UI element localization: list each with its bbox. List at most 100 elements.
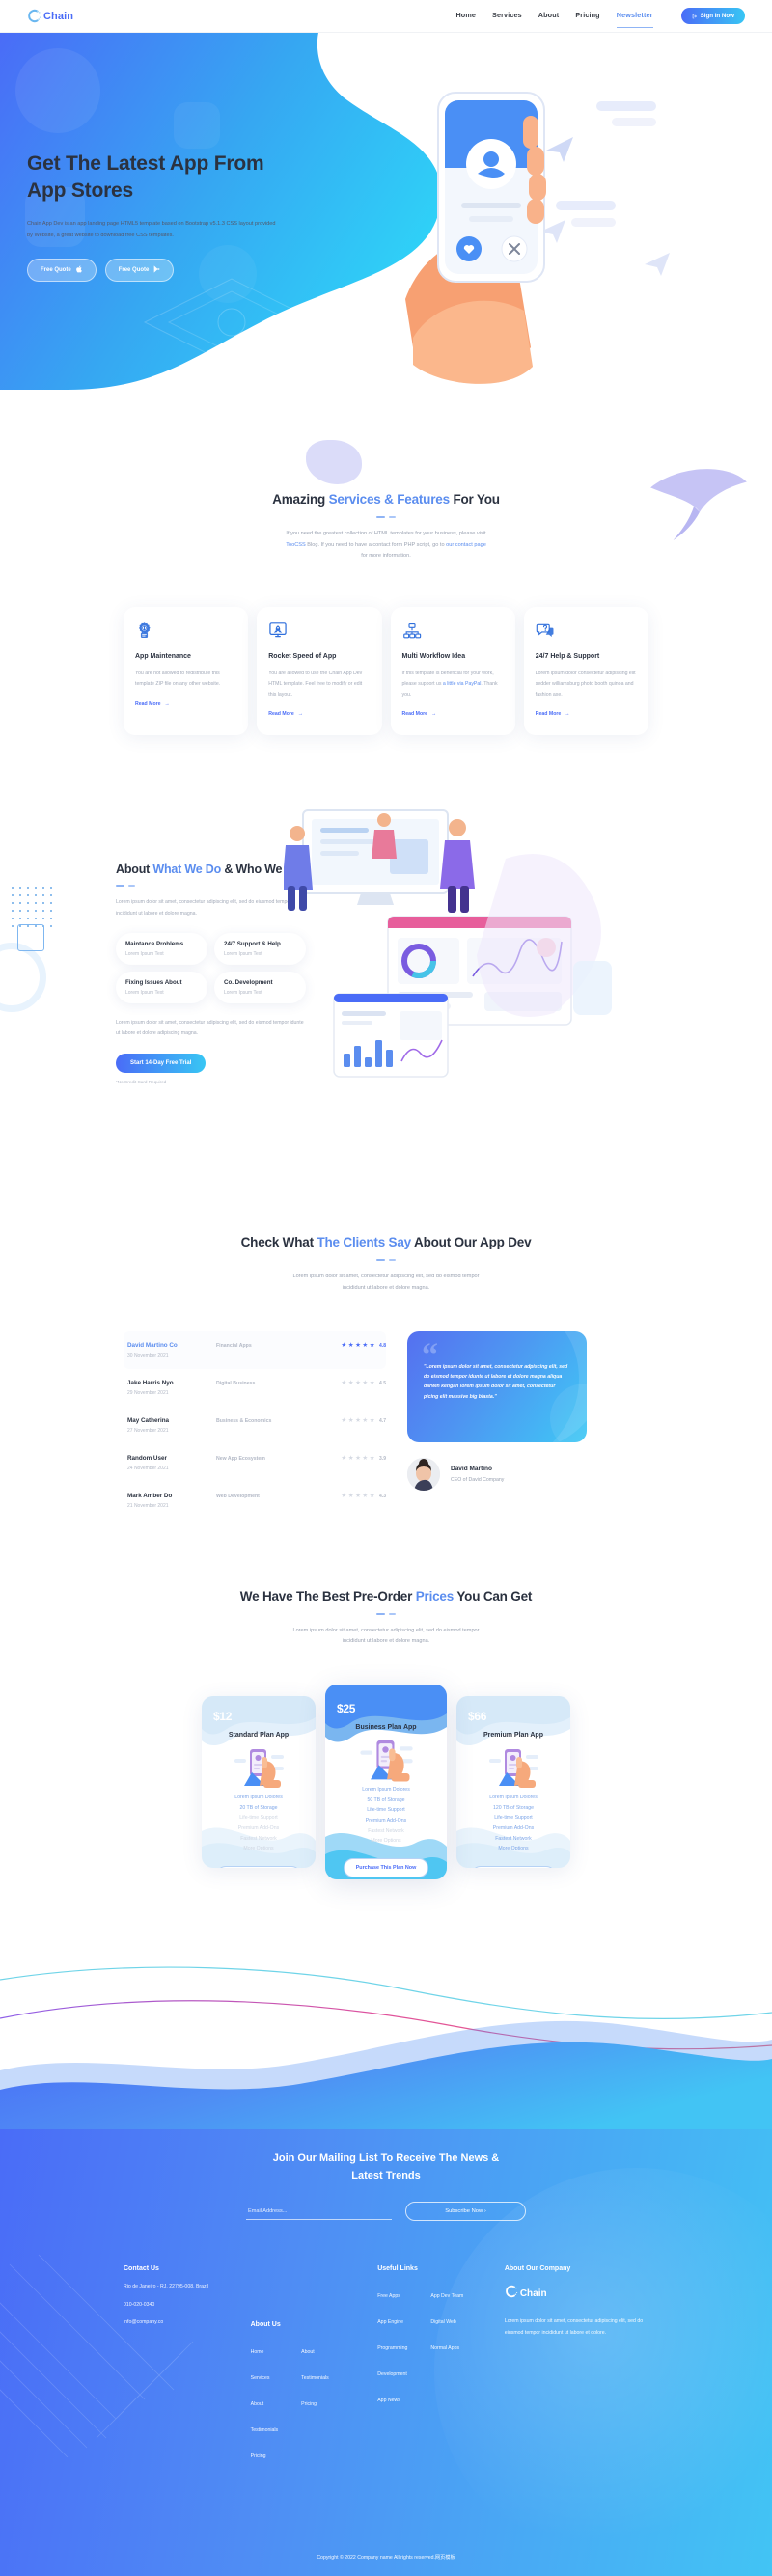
nav-item-pricing[interactable]: Pricing [575,11,599,21]
footer-phone[interactable]: 010-020-0340 [124,2302,251,2308]
copyright: Copyright © 2022 Company name All rights… [317,2555,455,2562]
plan-feature: Life-time Support [239,1815,278,1822]
testimonial-date: 30 November 2021 [127,1352,169,1358]
footer-link[interactable]: Testimonials [301,2375,329,2381]
service-card[interactable]: 24/7 Help & Support Lorem ipsum dolor co… [523,607,648,736]
footer-brand[interactable]: Chain [505,2285,648,2303]
testimonials-body: David Martino Co 30 November 2021 Financ… [0,1330,772,1520]
testimonial-detail: “ "Lorem ipsum dolor sit amet, consectet… [407,1330,587,1520]
footer-link[interactable]: App Engine [377,2319,403,2325]
quote-text: "Lorem ipsum dolor sit amet, consectetur… [424,1363,568,1400]
testimonial-row[interactable]: Random User 24 November 2021 New App Eco… [124,1444,386,1482]
chat-support-icon [536,620,637,640]
pricing-card-standard[interactable]: $12 Standard Plan App Lorem Ipsum Dolore… [202,1696,316,1869]
plan-feature: Life-time Support [494,1815,533,1822]
star-icon: ★ [369,1379,375,1386]
hero-text-block: Get The Latest App From App Stores Chain… [27,33,336,283]
footer-wrapper: Join Our Mailing List To Receive The New… [0,1957,772,2576]
app-store-button[interactable]: Free Quote [27,259,96,283]
star-icon: ★ [355,1454,361,1462]
footer-link[interactable]: Free Apps [377,2293,400,2299]
footer-link[interactable]: App Dev Team [430,2293,463,2299]
services-blob-decor [306,440,362,484]
plan-features: Lorem Ipsum Dolores 50 TB of Storage Lif… [335,1785,437,1847]
start-trial-button[interactable]: Start 14-Day Free Trial [116,1053,207,1073]
footer-body: Join Our Mailing List To Receive The New… [0,2129,772,2576]
footer-link[interactable]: About [251,2401,264,2407]
sign-in-button[interactable]: Sign In Now [680,8,745,24]
footer-link[interactable]: Services [251,2375,270,2381]
navbar: Chain Home Services About Pricing Newsle… [0,0,772,33]
testimonials-section: Check What The Clients Say About Our App… [0,1196,772,1546]
purchase-plan-button[interactable]: Purchase This Plan Now [215,1866,302,1869]
footer-link[interactable]: Pricing [251,2453,266,2459]
nav-item-services[interactable]: Services [492,11,522,21]
brand-name: Chain [43,10,74,22]
avatar [407,1457,440,1491]
footer-link[interactable]: Development [377,2371,407,2377]
testimonials-title: Check What The Clients Say About Our App… [0,1235,772,1249]
list-item: Testimonials [301,2367,329,2384]
quote-author-name: David Martino [451,1465,492,1472]
email-input[interactable] [246,2203,392,2220]
footer-link[interactable]: Testimonials [251,2427,279,2433]
subscribe-button[interactable]: Subscribe Now › [405,2202,526,2222]
service-card[interactable]: Multi Workflow Idea If this template is … [390,607,515,736]
star-icon: ★ [347,1341,354,1349]
rating-score: 4.7 [379,1417,386,1424]
about-section: About What We Do & Who We Are Lorem ipsu… [0,735,772,1196]
toocss-link[interactable]: TooCSS [286,542,306,548]
testimonial-name: Jake Harris Nyo [127,1379,174,1386]
testimonial-category: New App Ecosystem [216,1455,265,1462]
paypal-link-2[interactable]: PayPal [465,681,481,687]
footer-address: Rio de Janeiro - RJ, 22795-008, Brazil [124,2284,208,2290]
nav-item-newsletter[interactable]: Newsletter [616,11,653,28]
service-card[interactable]: App Maintenance You are not allowed to r… [124,607,249,736]
about-feature-box[interactable]: Fixing Issues About Lorem Ipsum Text [116,972,207,1004]
footer-link[interactable]: Digital Web [430,2319,455,2325]
testimonial-row[interactable]: May Catherina 27 November 2021 Business … [124,1407,386,1444]
workflow-icon [402,620,504,640]
about-feature-title: Fixing Issues About [125,979,182,987]
footer-link[interactable]: Programming [377,2345,407,2351]
pricing-title-highlight: Prices [415,1588,455,1603]
rating-stars: ★ ★ ★ ★ ★ 4.7 [341,1417,386,1425]
about-feature-box[interactable]: Maintance Problems Lorem Ipsum Text [116,933,207,966]
read-more-link[interactable]: Read More → [268,711,303,717]
nav-item-home[interactable]: Home [455,11,476,21]
list-item: App News [377,2389,407,2406]
footer-link[interactable]: Home [251,2349,264,2355]
purchase-plan-button[interactable]: Purchase This Plan Now [343,1858,429,1878]
star-icon: ★ [347,1416,354,1424]
quote-card: “ "Lorem ipsum dolor sit amet, consectet… [407,1330,587,1442]
footer-email[interactable]: info@company.co [124,2319,251,2325]
footer-link[interactable]: Normal Apps [430,2345,459,2351]
pricing-card-business[interactable]: $25 Business Plan App Lorem Ipsum Dolore… [325,1685,447,1880]
plan-name: Premium Plan App [483,1732,543,1740]
contact-page-link[interactable]: our contact page [446,542,486,548]
brand-logo[interactable]: Chain [27,9,73,23]
read-more-link[interactable]: Read More → [402,711,437,717]
testimonial-row[interactable]: Mark Amber Do 21 November 2021 Web Devel… [124,1482,386,1520]
services-sub-line3: for more information. [361,553,411,560]
footer-link[interactable]: Pricing [301,2401,317,2407]
plan-illustration [466,1742,561,1789]
footer-link[interactable]: App News [377,2398,400,2403]
testi-sub-line2: incididunt ut labore et dolore magna. [342,1284,430,1291]
testimonial-row[interactable]: David Martino Co 30 November 2021 Financ… [124,1330,386,1369]
plan-feature: More Options [243,1846,274,1852]
nav-item-about[interactable]: About [538,11,560,21]
pricing-card-premium[interactable]: $66 Premium Plan App Lorem Ipsum Dolores… [456,1696,570,1869]
testimonial-row[interactable]: Jake Harris Nyo 29 November 2021 Digital… [124,1369,386,1407]
read-more-link[interactable]: Read More → [135,701,170,707]
play-store-button[interactable]: Free Quote [104,259,175,283]
plan-feature: More Options [498,1846,529,1852]
arrow-right-icon: → [431,711,437,718]
purchase-plan-button[interactable]: Purchase This Plan Now [470,1866,557,1869]
footer-link[interactable]: About [301,2349,315,2355]
sign-in-label: Sign In Now [700,13,734,19]
service-card[interactable]: Rocket Speed of App You are allowed to u… [257,607,382,736]
star-icon: ★ [355,1492,361,1499]
read-more-link[interactable]: Read More → [536,711,570,717]
paypal-link-1[interactable]: a little via [443,681,464,687]
